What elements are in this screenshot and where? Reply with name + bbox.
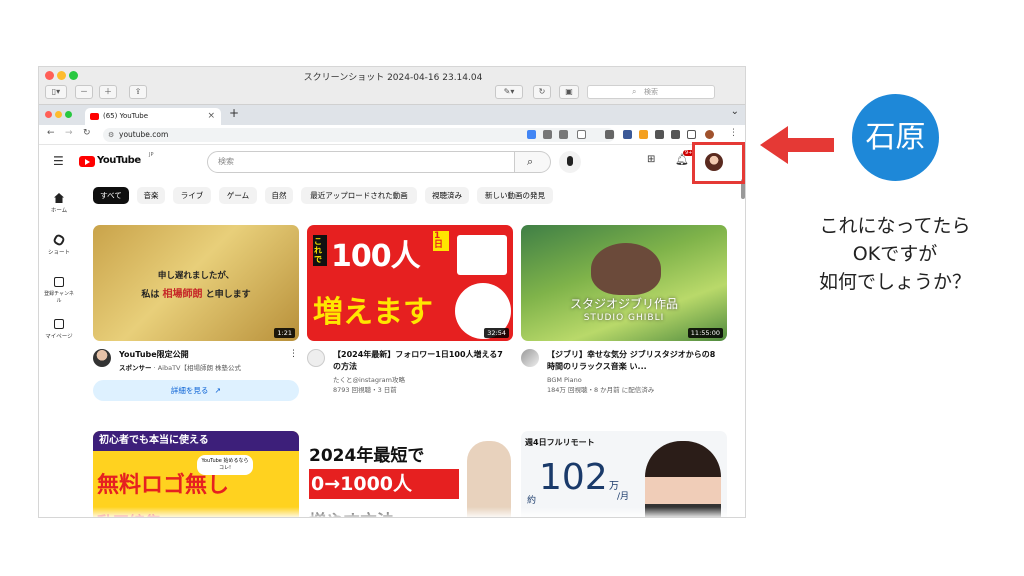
chip-all[interactable]: すべて [93,187,129,204]
share-icon[interactable]: ⇪ [129,85,147,99]
extension-code-icon[interactable] [605,130,614,139]
subscriptions-icon [54,277,64,287]
sidebar-item-subscriptions[interactable]: 登録チャンネル [43,277,75,304]
name-badge: 石原 [852,94,939,181]
chip-watched[interactable]: 視聴済み [425,187,469,204]
youtube-search-input[interactable]: 検索 [207,151,515,173]
facebook-extension-icon[interactable] [623,130,632,139]
create-video-icon[interactable]: ⊞ [647,154,655,165]
new-tab-button[interactable]: + [229,106,239,120]
highlight-box [692,142,745,184]
puzzle-extensions-icon[interactable] [655,130,664,139]
video-title[interactable]: 【ジブリ】幸せな気分 ジブリスタジオからの8時間のリラックス音楽 い... [547,349,719,373]
duration-badge: 11:55:00 [687,328,723,338]
hamburger-menu-icon[interactable]: ☰ [53,154,64,168]
duration-badge: 32:54 [484,328,509,338]
details-cta-button[interactable]: 詳細を見る ↗ [93,380,299,401]
search-icon: ⌕ [632,87,637,96]
zoom-in-icon[interactable]: ＋ [99,85,117,99]
shorts-icon [52,233,66,247]
scroll-fade [39,507,745,517]
annotation-note: これになってたら OKですが 如何でしょうか？ [818,215,971,293]
video-title[interactable]: 【2024年最新】フォロワー1日100人増える7の方法 [333,349,503,373]
chrome-minimize-button[interactable] [55,111,62,118]
channel-name[interactable]: BGM Piano [547,375,719,385]
side-panel-icon[interactable] [687,130,696,139]
video-title[interactable]: YouTube限定公開 [119,349,279,361]
sidebar-item-home[interactable]: ホーム [43,193,75,214]
preview-window: スクリーンショット 2024-04-16 23.14.04 ▯▾ － ＋ ⇪ ✎… [38,66,746,518]
video-stats: 8793 回視聴・3 日前 [333,386,397,394]
youtube-favicon-icon [90,113,99,120]
sponsor-line: スポンサー · AibaTV【相場師朗 株塾公式 [119,364,242,372]
youtube-search-button[interactable]: ⌕ [515,151,551,173]
duration-badge: 1:21 [274,328,295,338]
markup-icon[interactable]: ✎▾ [495,85,523,99]
sidebar-item-you[interactable]: マイページ [43,319,75,340]
chip-live[interactable]: ライブ [173,187,211,204]
rotate-icon[interactable]: ↻ [533,85,551,99]
forward-arrow-icon[interactable]: → [65,128,73,138]
thumb-girl-graphic [591,243,661,295]
youtube-play-icon [79,156,95,167]
channel-avatar[interactable] [307,349,325,367]
external-link-icon: ↗ [214,386,222,395]
youtube-header: ☰ YouTube JP 検索 ⌕ ⊞ 🔔︎ 9+ [39,145,745,179]
video-thumbnail-6[interactable]: 週4日フルリモート 約 102 万 /月 [521,431,727,517]
video-thumbnail-5[interactable]: 2024年最短で 0→1000人 増やす方法 [307,431,513,517]
address-bar-row: ← → ↻ ⚙ youtube.com ⋮ [39,125,745,145]
extension-orange-icon[interactable] [639,130,648,139]
chip-new-to-you[interactable]: 新しい動画の発見 [477,187,553,204]
video-thumbnail-4[interactable]: 初心者でも本当に使える 無料ロゴ無し YouTube 始めるならコレ! 動画編集 [93,431,299,517]
chip-nature[interactable]: 自然 [265,187,293,204]
preview-title: スクリーンショット 2024-04-16 23.14.04 [303,73,483,83]
channel-avatar[interactable] [93,349,111,367]
preview-search-field[interactable]: ⌕ 検索 [587,85,715,99]
chip-music[interactable]: 音楽 [137,187,165,204]
more-options-icon[interactable]: ⋮ [289,349,298,359]
thumb-chart-graphic [457,235,507,275]
site-info-icon[interactable]: ⚙ [108,128,114,142]
arrow-icon [760,126,834,164]
tab-list-chevron-icon[interactable]: ⌄ [731,106,739,117]
chrome-close-button[interactable] [45,111,52,118]
chrome-zoom-button[interactable] [65,111,72,118]
chrome-menu-icon[interactable]: ⋮ [729,128,738,138]
back-arrow-icon[interactable]: ← [47,128,55,138]
google-icon[interactable] [527,130,536,139]
toolbox-icon[interactable]: ▣ [559,85,579,99]
tab-close-icon[interactable]: × [207,108,215,125]
url-field[interactable]: ⚙ youtube.com [103,128,615,142]
chip-games[interactable]: ゲーム [219,187,257,204]
reload-icon[interactable]: ↻ [83,128,91,138]
microphone-icon [567,156,573,166]
install-icon[interactable] [543,130,552,139]
channel-avatar[interactable] [521,349,539,367]
video-thumbnail-3[interactable]: スタジオジブリ作品 STUDIO GHIBLI 11:55:00 [521,225,727,341]
video-stats: 184万 回視聴・8 か月前 に配信済み [547,386,655,394]
voice-search-button[interactable] [559,151,581,173]
video-thumbnail-2[interactable]: これで 100人 1日 増えます 32:54 [307,225,513,341]
share-page-icon[interactable] [559,130,568,139]
zoom-out-icon[interactable]: － [75,85,93,99]
tab-youtube[interactable]: (65) YouTube × [85,108,221,125]
video-thumbnail-1[interactable]: 申し遅れましたが、 私は 相場師朗 と申します 1:21 [93,225,299,341]
library-icon [54,319,64,329]
search-icon: ⌕ [527,155,534,168]
browser-tab-bar: (65) YouTube × + ⌄ [39,105,745,125]
home-icon [54,193,64,203]
chrome-profile-avatar[interactable] [705,130,714,139]
sidebar-item-shorts[interactable]: ショート [43,233,75,256]
bookmark-star-icon[interactable] [577,130,586,139]
sidebar-toggle-icon[interactable]: ▯▾ [45,85,67,99]
preview-toolbar: スクリーンショット 2024-04-16 23.14.04 ▯▾ － ＋ ⇪ ✎… [39,67,745,105]
channel-name[interactable]: たくと@instagram攻略 [333,375,503,385]
reading-list-icon[interactable] [671,130,680,139]
chip-recently-uploaded[interactable]: 最近アップロードされた動画 [301,187,417,204]
thumb-name-line: 私は 相場師朗 と申します [141,289,251,300]
